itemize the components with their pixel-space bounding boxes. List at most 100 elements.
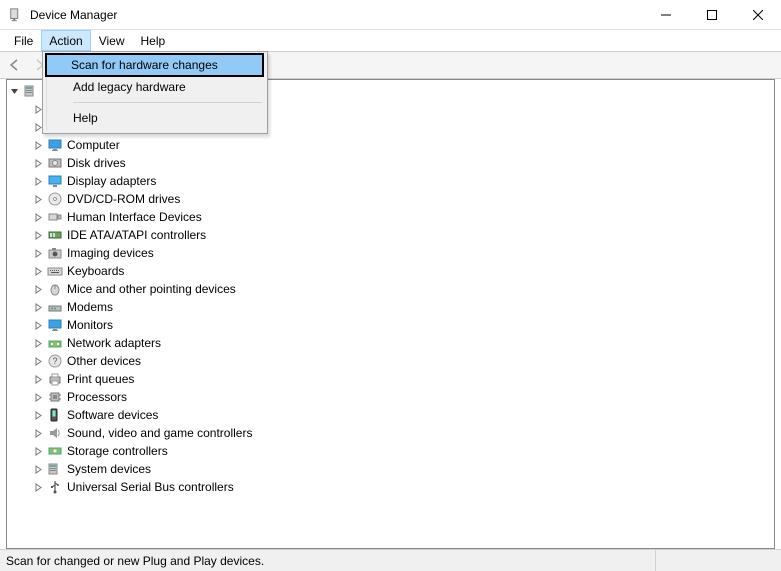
tree-item[interactable]: Mice and other pointing devices — [7, 280, 774, 298]
titlebar: Device Manager — [0, 0, 781, 30]
tree-item-label: Other devices — [67, 352, 141, 370]
camera-icon — [47, 245, 63, 261]
menu-scan-hardware[interactable]: Scan for hardware changes — [45, 53, 264, 77]
tree-item[interactable]: Monitors — [7, 316, 774, 334]
tree-item-label: System devices — [67, 460, 151, 478]
twisty-closed-icon[interactable] — [33, 194, 44, 205]
system-icon — [47, 461, 63, 477]
modem-icon — [47, 299, 63, 315]
tree-item[interactable]: Storage controllers — [7, 442, 774, 460]
twisty-open-icon[interactable] — [9, 86, 20, 97]
mouse-icon — [47, 281, 63, 297]
tree-item[interactable]: ? Other devices — [7, 352, 774, 370]
window-title: Device Manager — [30, 8, 643, 22]
tree-item-label: Human Interface Devices — [67, 208, 202, 226]
tree-item-label: IDE ATA/ATAPI controllers — [67, 226, 206, 244]
tree-item[interactable]: Print queues — [7, 370, 774, 388]
tree-item-label: Storage controllers — [67, 442, 168, 460]
keyboard-icon — [47, 263, 63, 279]
twisty-closed-icon[interactable] — [33, 338, 44, 349]
twisty-closed-icon[interactable] — [33, 446, 44, 457]
twisty-closed-icon[interactable] — [33, 410, 44, 421]
tree-item[interactable]: Imaging devices — [7, 244, 774, 262]
tree-item[interactable]: System devices — [7, 460, 774, 478]
tree-item[interactable]: Sound, video and game controllers — [7, 424, 774, 442]
menu-help-item[interactable]: Help — [47, 106, 264, 130]
statusbar: Scan for changed or new Plug and Play de… — [0, 549, 781, 571]
tree-item[interactable]: Software devices — [7, 406, 774, 424]
cpu-icon — [47, 389, 63, 405]
twisty-closed-icon[interactable] — [33, 356, 44, 367]
twisty-closed-icon[interactable] — [33, 320, 44, 331]
menu-file[interactable]: File — [6, 30, 41, 51]
twisty-closed-icon[interactable] — [33, 428, 44, 439]
tree-item[interactable]: IDE ATA/ATAPI controllers — [7, 226, 774, 244]
printer-icon — [47, 371, 63, 387]
tree-item[interactable]: Universal Serial Bus controllers — [7, 478, 774, 496]
menu-view[interactable]: View — [91, 30, 133, 51]
window-controls — [643, 0, 781, 30]
twisty-closed-icon[interactable] — [33, 212, 44, 223]
tree-item-label: DVD/CD-ROM drives — [67, 190, 180, 208]
tree-item-label: Disk drives — [67, 154, 126, 172]
tree-item-label: Display adapters — [67, 172, 156, 190]
twisty-closed-icon[interactable] — [33, 482, 44, 493]
device-tree-panel: BatteriesBluetoothComputerDisk drivesDis… — [6, 79, 775, 549]
tree-item-label: Print queues — [67, 370, 134, 388]
monitor-icon — [47, 317, 63, 333]
tree-item[interactable]: Keyboards — [7, 262, 774, 280]
twisty-closed-icon[interactable] — [33, 158, 44, 169]
twisty-closed-icon[interactable] — [33, 464, 44, 475]
close-button[interactable] — [735, 0, 781, 30]
tree-item-label: Software devices — [67, 406, 158, 424]
network-icon — [47, 335, 63, 351]
twisty-closed-icon[interactable] — [33, 248, 44, 259]
sound-icon — [47, 425, 63, 441]
tree-item[interactable]: Computer — [7, 136, 774, 154]
app-icon — [8, 7, 24, 23]
tree-item-label: Mice and other pointing devices — [67, 280, 236, 298]
minimize-button[interactable] — [643, 0, 689, 30]
other-icon: ? — [47, 353, 63, 369]
tree-item-label: Monitors — [67, 316, 113, 334]
tree-item-label: Processors — [67, 388, 127, 406]
tree-item[interactable]: Processors — [7, 388, 774, 406]
twisty-closed-icon[interactable] — [33, 392, 44, 403]
tree-item-label: Imaging devices — [67, 244, 154, 262]
display-icon — [47, 173, 63, 189]
tree-item-label: Sound, video and game controllers — [67, 424, 252, 442]
disk-icon — [47, 155, 63, 171]
software-icon — [47, 407, 63, 423]
tree-item[interactable]: Human Interface Devices — [7, 208, 774, 226]
svg-text:?: ? — [52, 356, 57, 366]
tree-item[interactable]: Modems — [7, 298, 774, 316]
tree-item[interactable]: Network adapters — [7, 334, 774, 352]
tree-item[interactable]: Display adapters — [7, 172, 774, 190]
cd-icon — [47, 191, 63, 207]
menu-action[interactable]: Action — [41, 30, 90, 51]
hid-icon — [47, 209, 63, 225]
computer-icon — [23, 83, 39, 99]
maximize-button[interactable] — [689, 0, 735, 30]
twisty-closed-icon[interactable] — [33, 284, 44, 295]
twisty-closed-icon[interactable] — [33, 140, 44, 151]
menubar: File Action View Help — [0, 30, 781, 51]
device-tree[interactable]: BatteriesBluetoothComputerDisk drivesDis… — [7, 80, 774, 498]
status-cell — [655, 550, 775, 571]
tree-item[interactable]: Disk drives — [7, 154, 774, 172]
menu-add-legacy[interactable]: Add legacy hardware — [47, 75, 264, 99]
tree-item-label: Computer — [67, 136, 120, 154]
tree-item[interactable]: DVD/CD-ROM drives — [7, 190, 774, 208]
twisty-closed-icon[interactable] — [33, 266, 44, 277]
back-button[interactable] — [4, 54, 26, 76]
action-dropdown: Scan for hardware changes Add legacy har… — [42, 51, 268, 134]
tree-item-label: Keyboards — [67, 262, 124, 280]
twisty-closed-icon[interactable] — [33, 230, 44, 241]
twisty-closed-icon[interactable] — [33, 374, 44, 385]
twisty-closed-icon[interactable] — [33, 176, 44, 187]
storage-icon — [47, 443, 63, 459]
menu-help[interactable]: Help — [133, 30, 174, 51]
tree-item-label: Universal Serial Bus controllers — [67, 478, 234, 496]
tree-item-label: Modems — [67, 298, 113, 316]
twisty-closed-icon[interactable] — [33, 302, 44, 313]
